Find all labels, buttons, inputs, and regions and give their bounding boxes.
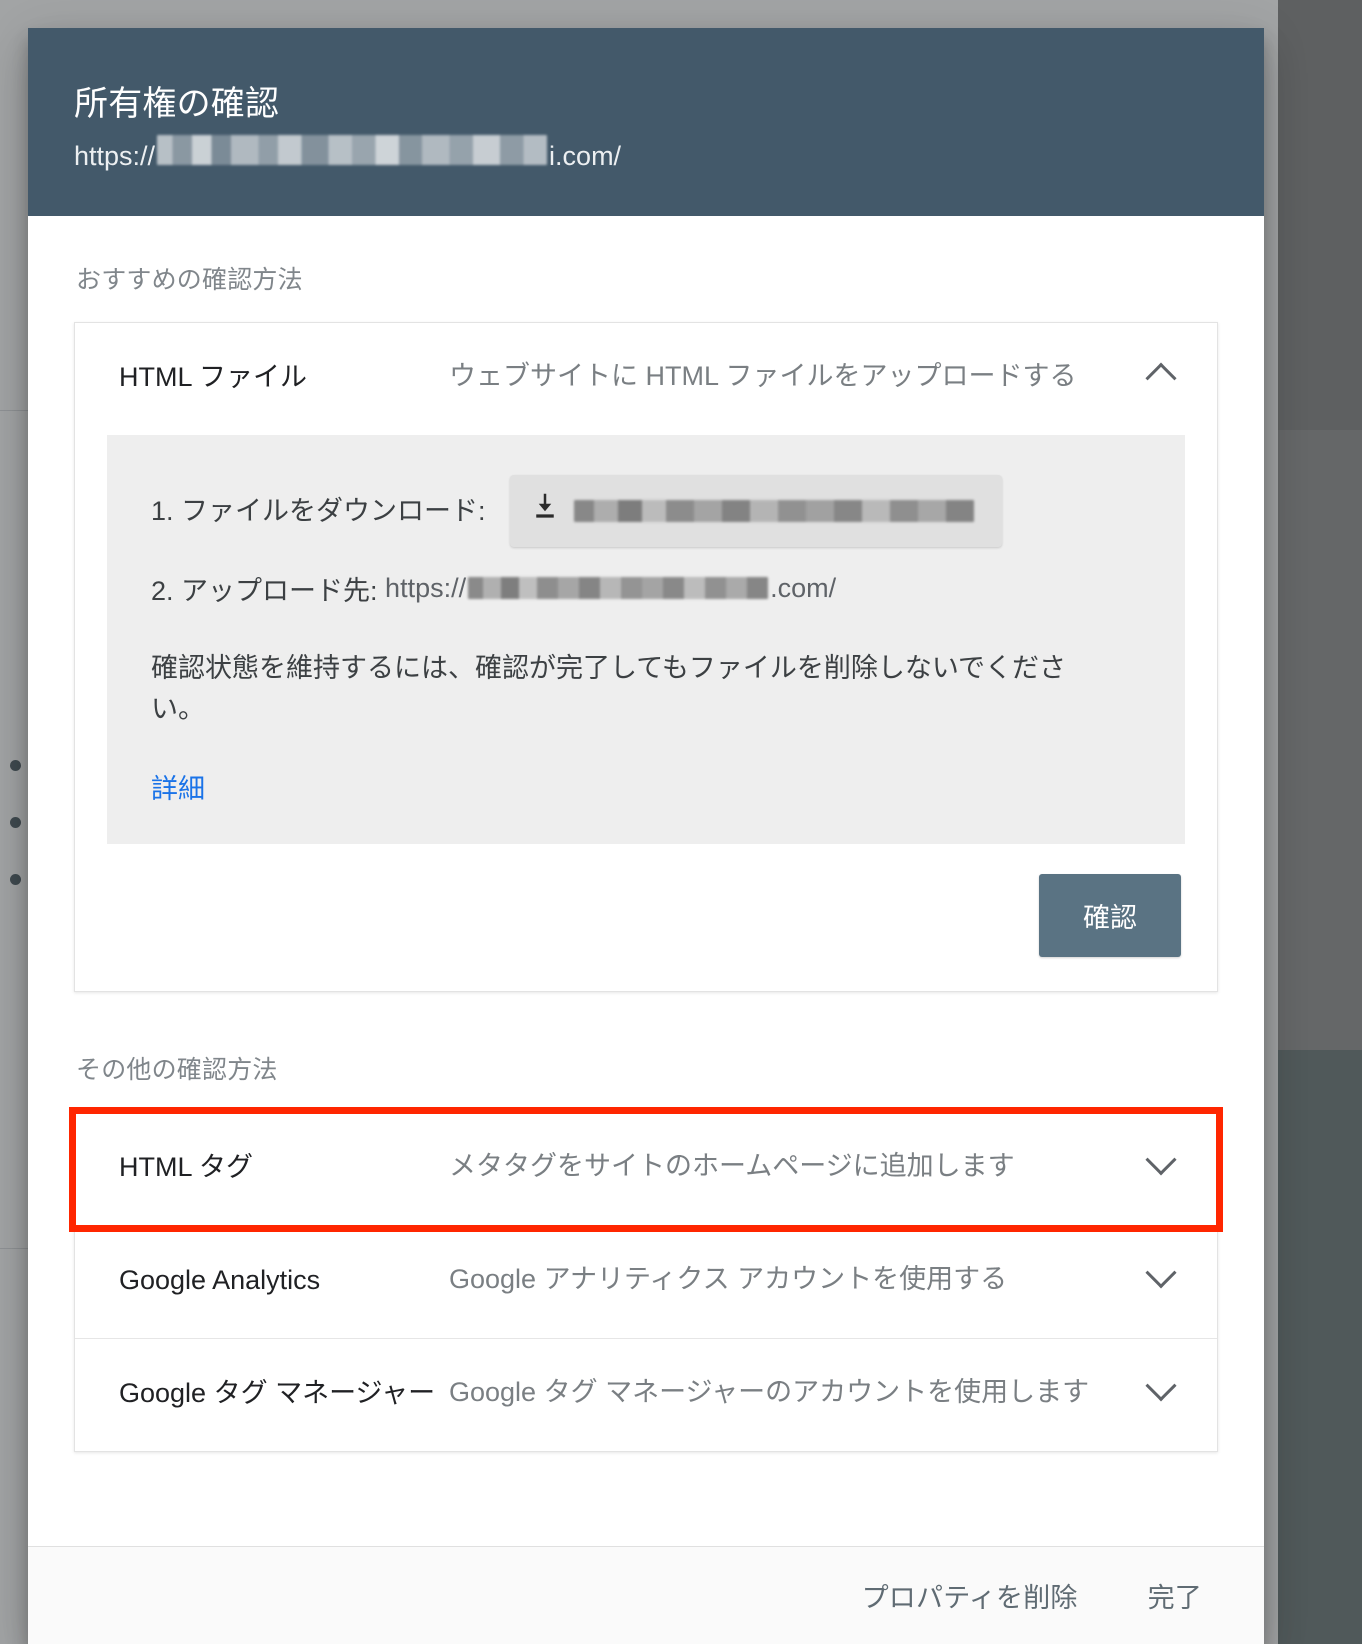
chevron-up-icon[interactable] [1139, 357, 1183, 394]
html-file-method-name: HTML ファイル [119, 362, 307, 392]
done-button[interactable]: 完了 [1126, 1560, 1224, 1631]
retain-file-note: 確認状態を維持するには、確認が完了してもファイルを削除しないでください。 [151, 652, 1067, 725]
dialog-footer: プロパティを削除 完了 [28, 1546, 1264, 1644]
upload-destination-step: 2. アップロード先: https:// .com/ [151, 569, 1145, 608]
google-analytics-method-name: Google Analytics [119, 1265, 321, 1296]
chevron-down-icon[interactable] [1139, 1370, 1183, 1402]
upload-url-suffix: .com/ [770, 572, 837, 603]
html-tag-method-name: HTML タグ [119, 1152, 253, 1183]
download-icon [530, 489, 560, 533]
page-root: 所有権の確認 https:// i.com/ おすすめの確認方法 HTML ファイ… [0, 0, 1362, 1644]
html-tag-method-description: メタタグをサイトのホームページに追加します [449, 1151, 1015, 1182]
other-method-html-tag[interactable]: HTML タグ メタタグをサイトのホームページに追加します [69, 1107, 1223, 1233]
other-method-google-tag-manager[interactable]: Google タグ マネージャー Google タグ マネージャーのアカウントを… [75, 1339, 1217, 1451]
html-file-method-header[interactable]: HTML ファイル ウェブサイトに HTML ファイルをアップロードする [75, 323, 1217, 435]
redacted-upload-domain [468, 577, 769, 599]
redacted-filename [573, 499, 974, 522]
other-methods-card: HTML タグ メタタグをサイトのホームページに追加します Google Ana… [69, 1107, 1223, 1453]
google-tag-manager-method-name: Google タグ マネージャー [119, 1378, 436, 1409]
other-method-google-analytics[interactable]: Google Analytics Google アナリティクス アカウントを使用… [75, 1226, 1217, 1340]
delete-property-button[interactable]: プロパティを削除 [840, 1560, 1100, 1631]
google-tag-manager-method-description: Google タグ マネージャーのアカウントを使用します [449, 1377, 1090, 1408]
url-prefix: https:// [74, 140, 156, 171]
ownership-verification-dialog: 所有権の確認 https:// i.com/ おすすめの確認方法 HTML ファイ… [28, 28, 1264, 1644]
dialog-body: おすすめの確認方法 HTML ファイル ウェブサイトに HTML ファイルをアッ… [28, 216, 1264, 1546]
url-suffix: i.com/ [549, 140, 622, 171]
property-url: https:// i.com/ [74, 134, 1218, 174]
dialog-header: 所有権の確認 https:// i.com/ [28, 28, 1264, 216]
upload-url-prefix: https:// [385, 572, 467, 603]
chevron-down-icon[interactable] [1139, 1144, 1183, 1176]
learn-more-link[interactable]: 詳細 [151, 767, 205, 806]
download-step-label: 1. ファイルをダウンロード: [151, 495, 486, 526]
html-file-instructions-panel: 1. ファイルをダウンロード: 2. アップロード先: https:// .co… [107, 435, 1185, 845]
verify-action-row: 確認 [75, 844, 1217, 992]
html-file-method-card: HTML ファイル ウェブサイトに HTML ファイルをアップロードする 1. … [74, 322, 1218, 993]
verify-button[interactable]: 確認 [1039, 874, 1181, 958]
chevron-down-icon[interactable] [1139, 1257, 1183, 1289]
page-title: 所有権の確認 [74, 85, 280, 123]
recommended-methods-label: おすすめの確認方法 [76, 266, 303, 294]
google-analytics-method-description: Google アナリティクス アカウントを使用する [449, 1264, 1008, 1295]
other-methods-label: その他の確認方法 [76, 1056, 278, 1085]
upload-step-label: 2. アップロード先: [151, 575, 378, 606]
download-step: 1. ファイルをダウンロード: [151, 475, 1145, 547]
html-file-method-description: ウェブサイトに HTML ファイルをアップロードする [449, 361, 1077, 391]
redacted-domain [157, 134, 548, 165]
download-file-button[interactable] [509, 475, 1002, 547]
